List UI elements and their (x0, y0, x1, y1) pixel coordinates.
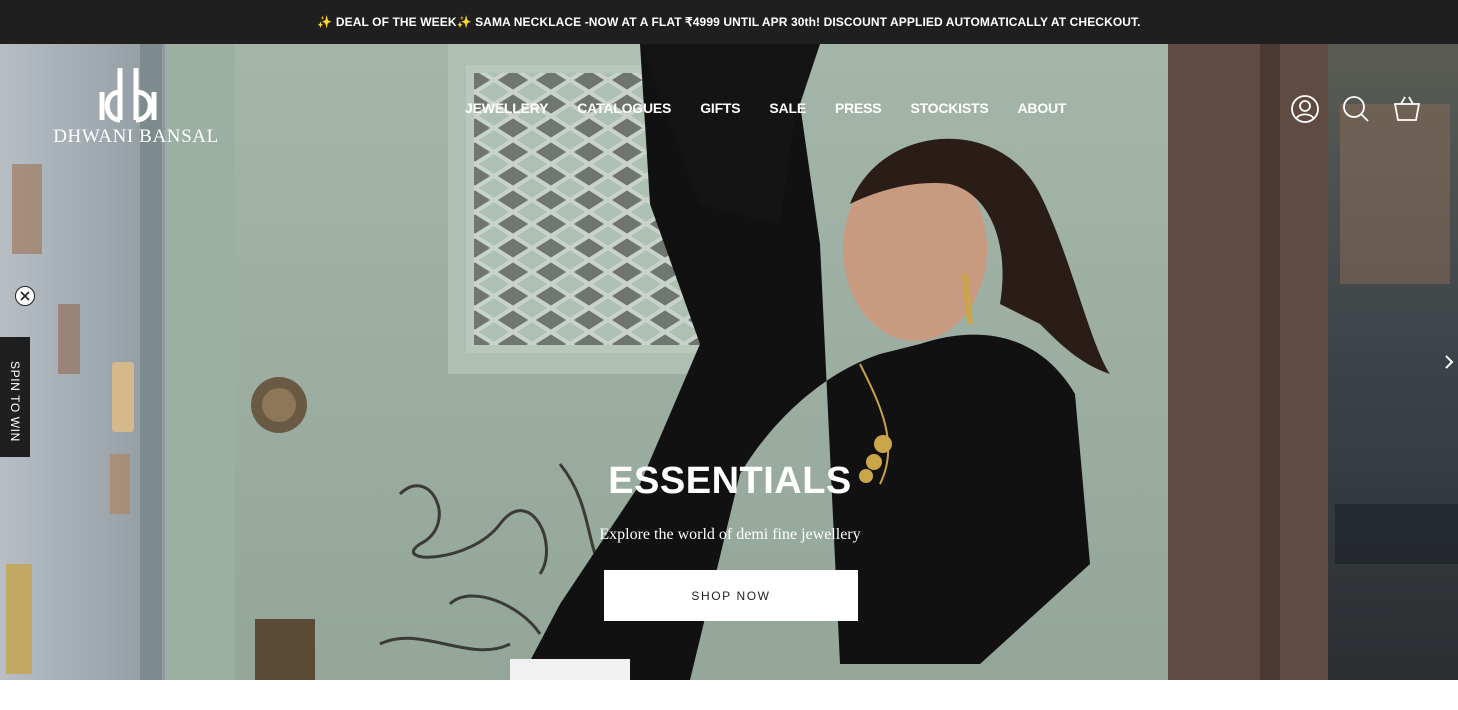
chevron-right-icon[interactable] (1440, 350, 1458, 374)
nav-item-catalogues[interactable]: CATALOGUES (577, 100, 671, 122)
spin-to-win-label[interactable]: SPIN TO WIN (0, 351, 30, 451)
main-nav: JEWELLERY CATALOGUES GIFTS SALE PRESS ST… (465, 100, 1066, 122)
announcement-text: ✨ DEAL OF THE WEEK✨ SAMA NECKLACE -NOW A… (317, 15, 1141, 29)
hero-title: ESSENTIALS (608, 460, 852, 502)
close-icon[interactable] (15, 286, 35, 306)
spin-to-win-tab[interactable]: SPIN TO WIN (0, 337, 30, 457)
hero-subtitle: Explore the world of demi fine jewellery (599, 526, 861, 543)
nav-item-jewellery[interactable]: JEWELLERY (465, 100, 548, 122)
nav-item-press[interactable]: PRESS (835, 100, 882, 122)
brand-name: DHWANI BANSAL (53, 126, 219, 147)
nav-item-gifts[interactable]: GIFTS (700, 100, 740, 122)
cart-icon[interactable] (1392, 94, 1422, 124)
announcement-bar: ✨ DEAL OF THE WEEK✨ SAMA NECKLACE -NOW A… (0, 0, 1458, 44)
nav-item-sale[interactable]: SALE (769, 100, 806, 122)
brand-monogram (99, 68, 157, 123)
brand-logo[interactable]: DHWANI BANSAL (50, 68, 222, 154)
nav-item-stockists[interactable]: STOCKISTS (910, 100, 988, 122)
header-icons (1290, 94, 1422, 124)
nav-item-about[interactable]: ABOUT (1018, 100, 1067, 122)
account-icon[interactable] (1290, 94, 1320, 124)
search-icon[interactable] (1341, 94, 1371, 124)
shop-now-button[interactable]: SHOP NOW (604, 570, 858, 621)
